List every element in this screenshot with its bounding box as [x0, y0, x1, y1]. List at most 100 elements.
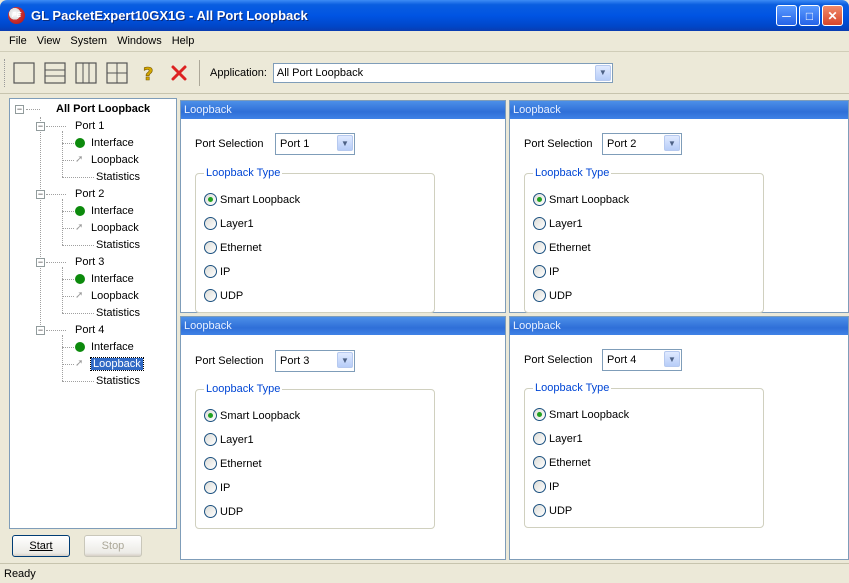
minimize-button[interactable]: ─	[776, 5, 797, 26]
tree-item-label: Interface	[91, 137, 134, 149]
radio-label: IP	[220, 481, 231, 494]
toolbar-separator	[199, 59, 200, 86]
tree-item-port-3-loopback[interactable]: ➚ Loopback	[75, 288, 139, 304]
port-selection-label: Port Selection	[195, 138, 264, 150]
help-button[interactable]: ?	[134, 59, 162, 87]
maximize-button[interactable]: □	[799, 5, 820, 26]
radio-ethernet[interactable]: Ethernet	[533, 241, 591, 254]
radio-layer1[interactable]: Layer1	[204, 217, 254, 230]
tree-item-port-4-interface[interactable]: Interface	[75, 339, 134, 355]
radio-udp[interactable]: UDP	[204, 289, 243, 302]
maximize-icon: □	[805, 8, 814, 23]
chevron-down-icon[interactable]: ▼	[664, 351, 680, 367]
menu-windows[interactable]: Windows	[112, 35, 167, 47]
port-selection-select[interactable]: Port 1 ▼	[275, 133, 355, 155]
layout-horizontal-button[interactable]	[41, 59, 69, 87]
radio-udp[interactable]: UDP	[533, 289, 572, 302]
tree-item-port-2[interactable]: Port 2	[75, 186, 104, 202]
chevron-down-icon[interactable]: ▼	[337, 135, 353, 151]
radio-layer1[interactable]: Layer1	[204, 433, 254, 446]
port-selection-select[interactable]: Port 3 ▼	[275, 350, 355, 372]
tree-collapse-icon[interactable]: −	[36, 258, 45, 267]
loopback-type-group: Loopback Type Smart Loopback Layer1 Ethe…	[195, 383, 435, 529]
tree-item-port-4[interactable]: Port 4	[75, 322, 104, 338]
loopback-pane-1: Loopback Port Selection Port 1 ▼ Loopbac…	[180, 100, 506, 313]
stop-button-label: Stop	[101, 540, 125, 552]
chevron-down-icon[interactable]: ▼	[337, 352, 353, 368]
pane-title: Loopback	[184, 320, 232, 332]
navigation-tree[interactable]: − All Port Loopback − Port 1 Interface ➚…	[9, 98, 177, 529]
chevron-down-icon[interactable]: ▼	[594, 64, 611, 81]
tree-item-port-2-loopback[interactable]: ➚ Loopback	[75, 220, 139, 236]
tree-item-port-1-statistics[interactable]: Statistics	[96, 169, 140, 185]
layout-horizontal-icon	[44, 61, 66, 84]
menu-file[interactable]: File	[4, 35, 32, 47]
tree-collapse-icon[interactable]: −	[36, 122, 45, 131]
radio-ip[interactable]: IP	[533, 480, 559, 493]
application-select[interactable]: All Port Loopback ▼	[272, 62, 613, 83]
stop-button[interactable]: Stop	[84, 535, 142, 557]
radio-smart-loopback[interactable]: Smart Loopback	[204, 409, 300, 422]
radio-icon	[533, 480, 546, 493]
pane-header: Loopback	[510, 101, 848, 119]
menu-help[interactable]: Help	[167, 35, 200, 47]
radio-ip[interactable]: IP	[204, 265, 230, 278]
tree-item-label: Statistics	[96, 239, 141, 251]
help-question-icon: ?	[143, 63, 154, 83]
menu-view[interactable]: View	[32, 35, 66, 47]
tree-item-port-3-interface[interactable]: Interface	[75, 271, 134, 287]
radio-ip[interactable]: IP	[533, 265, 559, 278]
port-selection-select[interactable]: Port 2 ▼	[602, 133, 682, 155]
toolbar-grip[interactable]	[4, 58, 7, 87]
radio-layer1[interactable]: Layer1	[533, 217, 583, 230]
tree-item-port-3-statistics[interactable]: Statistics	[96, 305, 140, 321]
tree-collapse-icon[interactable]: −	[36, 190, 45, 199]
radio-layer1[interactable]: Layer1	[533, 432, 583, 445]
pane-title: Loopback	[184, 104, 232, 116]
radio-icon	[533, 456, 546, 469]
tree-item-label: Port 3	[75, 256, 105, 268]
radio-icon	[204, 433, 217, 446]
tree-collapse-icon[interactable]: −	[15, 105, 24, 114]
close-button[interactable]: ✕	[822, 5, 843, 26]
pane-title: Loopback	[513, 104, 561, 116]
port-selection-select[interactable]: Port 4 ▼	[602, 349, 682, 371]
tree-item-port-1-loopback[interactable]: ➚ Loopback	[75, 152, 139, 168]
radio-smart-loopback[interactable]: Smart Loopback	[533, 408, 629, 421]
loopback-pane-2: Loopback Port Selection Port 2 ▼ Loopbac…	[509, 100, 849, 313]
radio-smart-loopback[interactable]: Smart Loopback	[204, 193, 300, 206]
radio-icon	[533, 217, 546, 230]
layout-vertical-button[interactable]	[72, 59, 100, 87]
radio-udp[interactable]: UDP	[533, 504, 572, 517]
radio-udp[interactable]: UDP	[204, 505, 243, 518]
radio-label: UDP	[549, 289, 573, 302]
radio-ethernet[interactable]: Ethernet	[204, 241, 262, 254]
chevron-down-icon[interactable]: ▼	[664, 135, 680, 151]
tree-item-port-1-interface[interactable]: Interface	[75, 135, 134, 151]
close-app-button[interactable]	[165, 59, 193, 87]
radio-label: Smart Loopback	[220, 409, 301, 422]
tree-item-port-3[interactable]: Port 3	[75, 254, 104, 270]
radio-ethernet[interactable]: Ethernet	[533, 456, 591, 469]
tree-root[interactable]: All Port Loopback	[56, 101, 150, 117]
radio-icon	[533, 289, 546, 302]
tree-item-port-2-statistics[interactable]: Statistics	[96, 237, 140, 253]
radio-ethernet[interactable]: Ethernet	[204, 457, 262, 470]
layout-single-button[interactable]	[10, 59, 38, 87]
radio-smart-loopback[interactable]: Smart Loopback	[533, 193, 629, 206]
title-bar[interactable]: PE GL PacketExpert10GX1G - All Port Loop…	[0, 0, 849, 31]
tree-item-port-4-statistics[interactable]: Statistics	[96, 373, 140, 389]
tree-collapse-icon[interactable]: −	[36, 326, 45, 335]
tree-item-port-2-interface[interactable]: Interface	[75, 203, 134, 219]
loopback-type-legend: Loopback Type	[204, 383, 283, 395]
menu-system[interactable]: System	[65, 35, 112, 47]
layout-grid-button[interactable]	[103, 59, 131, 87]
tree-item-port-1[interactable]: Port 1	[75, 118, 104, 134]
start-button[interactable]: Start	[12, 535, 70, 557]
port-selection-label: Port Selection	[195, 355, 264, 367]
radio-label: IP	[549, 480, 560, 493]
tree-item-port-4-loopback[interactable]: ➚ Loopback	[75, 356, 144, 372]
radio-ip[interactable]: IP	[204, 481, 230, 494]
loopback-type-legend: Loopback Type	[533, 382, 612, 394]
status-bar: Ready	[0, 563, 849, 583]
